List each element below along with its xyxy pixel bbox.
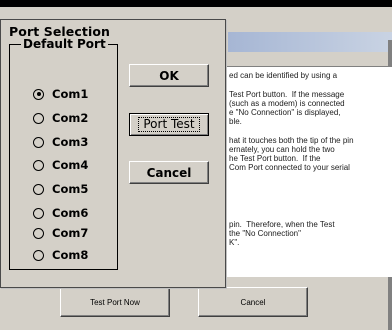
radio-com6[interactable]: Com6 [33,205,88,221]
radio-button-icon[interactable] [33,136,44,148]
radio-label: Com6 [52,206,89,220]
radio-com4[interactable]: Com4 [33,157,88,173]
radio-label: Com4 [52,158,89,172]
test-port-now-button[interactable]: Test Port Now [60,287,170,317]
ok-button[interactable]: OK [129,64,209,87]
radio-label: Com1 [52,87,89,101]
default-port-group-label: Default Port [21,37,108,51]
radio-com8[interactable]: Com8 [33,247,88,263]
radio-com3[interactable]: Com3 [33,134,88,150]
top-bar [0,0,392,7]
radio-label: Com2 [52,111,89,125]
port-test-button-label: Port Test [138,117,200,132]
radio-button-icon[interactable] [33,112,44,124]
help-text-line: Com Port connected to your serial [229,163,350,172]
radio-label: Com7 [52,226,89,240]
radio-label: Com3 [52,135,89,149]
radio-com2[interactable]: Com2 [33,110,88,126]
radio-com5[interactable]: Com5 [33,181,88,197]
help-text-area[interactable]: ed can be identified by using a Test Por… [224,66,392,277]
radio-button-icon[interactable] [33,183,44,195]
radio-button-icon[interactable] [33,159,44,171]
port-test-button[interactable]: Port Test [129,113,209,136]
radio-label: Com8 [52,248,89,262]
help-text-line: K". [229,238,240,247]
radio-button-icon[interactable] [33,227,44,239]
background-cancel-button[interactable]: Cancel [198,287,308,317]
radio-button-icon[interactable] [33,207,44,219]
radio-label: Com5 [52,182,89,196]
radio-com1[interactable]: Com1 [33,86,88,102]
radio-button-icon[interactable] [33,249,44,261]
cancel-button[interactable]: Cancel [129,161,209,184]
radio-com7[interactable]: Com7 [33,225,88,241]
help-text-line: ed can be identified by using a [229,71,338,80]
help-text-line: ble. [229,117,242,126]
radio-button-icon[interactable] [33,88,44,100]
background-window-titlebar [228,32,392,52]
